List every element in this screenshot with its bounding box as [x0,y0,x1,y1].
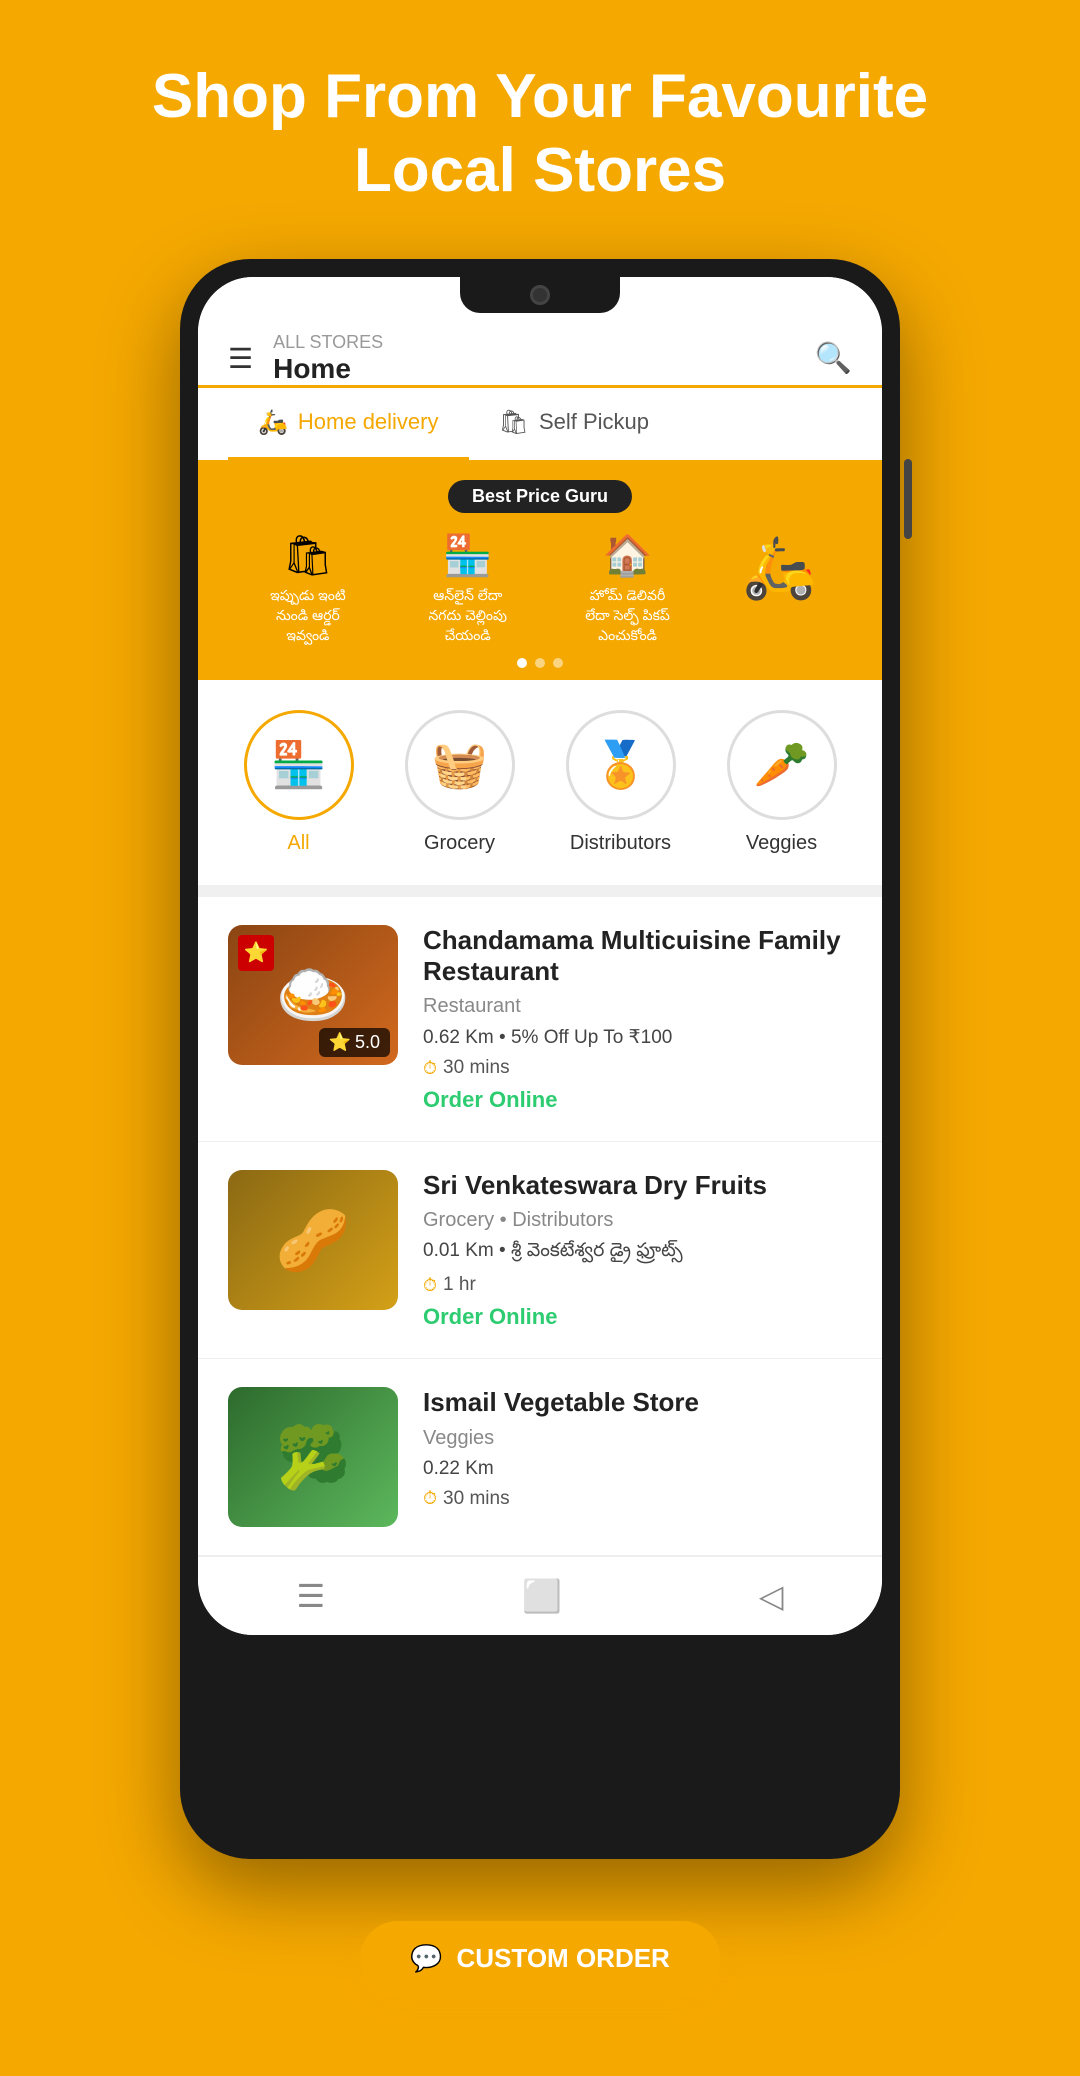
phone-frame: ☰ ALL STORES Home 🔍 🛵 Home delivery 🛍 Se… [180,259,900,1859]
all-stores-label: ALL STORES [273,332,383,353]
category-grocery-circle: 🧺 [405,710,515,820]
store-type-2: Grocery • Distributors [423,1209,852,1232]
header-title-block: ALL STORES Home [273,332,383,385]
banner-step-3-text: హోమ్ డెలివరీ లేదా సెల్ఫ్ పికప్ ఎంచుకోండి [583,587,673,647]
banner-dots [517,658,563,668]
store-image-2: 🥜 [228,1170,398,1310]
store-rating-1: ⭐ 5.0 [319,1028,390,1057]
custom-order-icon: 💬 [410,1943,442,1974]
banner-step-scooter: 🛵 [742,532,817,603]
store-time-3: ⏱ 30 mins [423,1488,852,1510]
store-name-3: Ismail Vegetable Store [423,1387,852,1418]
phone-side-button [904,459,912,539]
promo-banner: Best Price Guru 🛍 ఇప్పుడు ఇంటి నుండి ఆర్… [198,460,882,680]
scooter-icon: 🛵 [742,532,817,603]
store-info-3: Ismail Vegetable Store Veggies 0.22 Km ⏱… [423,1387,852,1527]
home-delivery-icon: 🛵 [258,408,288,437]
store-time-2: ⏱ 1 hr [423,1274,852,1296]
store-meta-3: 0.22 Km [423,1458,852,1480]
store-time-1: ⏱ 30 mins [423,1057,852,1079]
time-value-1: 30 mins [443,1057,510,1079]
category-all-label: All [287,832,309,855]
store-meta-1: 0.62 Km • 5% Off Up To ₹100 [423,1026,852,1049]
banner-step-1-text: ఇప్పుడు ఇంటి నుండి ఆర్డర్ ఇవ్వండి [263,587,353,647]
bottom-nav: ☰ ⬜ ◁ [198,1556,882,1635]
category-veggies[interactable]: 🥕 Veggies [727,710,837,855]
store-img-bg-2: 🥜 [228,1170,398,1310]
hero-title: Shop From Your Favourite Local Stores [0,0,1080,259]
store-card-3[interactable]: 🥦 Ismail Vegetable Store Veggies 0.22 Km… [198,1359,882,1556]
category-grocery-label: Grocery [424,832,495,855]
dot-2 [535,658,545,668]
store-action-1[interactable]: Order Online [423,1087,852,1113]
store-card-2[interactable]: 🥜 Sri Venkateswara Dry Fruits Grocery • … [198,1142,882,1359]
banner-step-3-icon: 🏠 [603,532,653,579]
store-action-2[interactable]: Order Online [423,1304,852,1330]
store-image-1: 🍛 ⭐ ⭐ 5.0 [228,925,398,1065]
banner-step-2: 🏪 ఆన్‌లైన్ లేదా నగదు చెల్లింపు చేయండి [423,532,513,647]
category-distributors-label: Distributors [570,832,671,855]
home-delivery-label: Home delivery [298,409,439,435]
bottom-nav-menu[interactable]: ☰ [296,1577,325,1615]
phone-screen: ☰ ALL STORES Home 🔍 🛵 Home delivery 🛍 Se… [198,277,882,1636]
self-pickup-label: Self Pickup [539,409,649,435]
store-list: 🍛 ⭐ ⭐ 5.0 Chandamama Multicuisine Family… [198,897,882,1557]
category-all[interactable]: 🏪 All [244,710,354,855]
store-type-3: Veggies [423,1427,852,1450]
category-veggies-circle: 🥕 [727,710,837,820]
self-pickup-icon: 🛍 [499,408,529,437]
dot-1 [517,658,527,668]
categories-row: 🏪 All 🧺 Grocery 🏅 Distributors 🥕 Veggies [198,680,882,885]
banner-step-1: 🛍 ఇప్పుడు ఇంటి నుండి ఆర్డర్ ఇవ్వండి [263,532,353,647]
banner-brand: Best Price Guru [448,480,632,513]
banner-steps: 🛍 ఇప్పుడు ఇంటి నుండి ఆర్డర్ ఇవ్వండి 🏪 ఆన… [228,532,852,647]
delivery-tabs: 🛵 Home delivery 🛍 Self Pickup [198,388,882,460]
custom-order-label: CUSTOM ORDER [457,1943,670,1974]
category-distributors-circle: 🏅 [566,710,676,820]
screen-content: ☰ ALL STORES Home 🔍 🛵 Home delivery 🛍 Se… [198,277,882,1636]
clock-icon-2: ⏱ [423,1275,437,1296]
menu-icon[interactable]: ☰ [228,342,253,375]
store-meta-2: 0.01 Km • శ్రీ వెంకటేశ్వర డ్రై ఫ్రూట్స్ [423,1240,852,1266]
banner-step-1-icon: 🛍 [283,532,334,579]
category-grocery[interactable]: 🧺 Grocery [405,710,515,855]
category-all-circle: 🏪 [244,710,354,820]
rating-value-1: 5.0 [355,1032,380,1053]
search-icon[interactable]: 🔍 [815,341,852,376]
clock-icon-3: ⏱ [423,1488,437,1509]
section-divider [198,885,882,897]
home-label: Home [273,353,383,385]
header-left: ☰ ALL STORES Home [228,332,383,385]
custom-order-button[interactable]: 💬 CUSTOM ORDER [360,1921,720,1996]
store-image-3: 🥦 [228,1387,398,1527]
tab-home-delivery[interactable]: 🛵 Home delivery [228,388,469,460]
store-info-2: Sri Venkateswara Dry Fruits Grocery • Di… [423,1170,852,1330]
time-value-3: 30 mins [443,1488,510,1510]
store-info-1: Chandamama Multicuisine Family Restauran… [423,925,852,1113]
banner-step-3: 🏠 హోమ్ డెలివరీ లేదా సెల్ఫ్ పికప్ ఎంచుకోం… [583,532,673,647]
store-name-2: Sri Venkateswara Dry Fruits [423,1170,852,1201]
store-img-bg-3: 🥦 [228,1387,398,1527]
phone-notch [460,277,620,313]
tab-self-pickup[interactable]: 🛍 Self Pickup [469,388,680,460]
bottom-nav-home[interactable]: ⬜ [522,1577,562,1615]
star-icon-1: ⭐ [329,1032,351,1053]
time-value-2: 1 hr [443,1274,476,1296]
store-badge-1: ⭐ [238,935,274,971]
category-distributors[interactable]: 🏅 Distributors [566,710,676,855]
dot-3 [553,658,563,668]
category-veggies-label: Veggies [746,832,817,855]
bottom-nav-back[interactable]: ◁ [759,1577,784,1615]
banner-step-2-icon: 🏪 [443,532,493,579]
store-type-1: Restaurant [423,995,852,1018]
store-card-1[interactable]: 🍛 ⭐ ⭐ 5.0 Chandamama Multicuisine Family… [198,897,882,1142]
phone-camera [530,285,550,305]
clock-icon-1: ⏱ [423,1058,437,1079]
store-name-1: Chandamama Multicuisine Family Restauran… [423,925,852,987]
banner-step-2-text: ఆన్‌లైన్ లేదా నగదు చెల్లింపు చేయండి [423,587,513,647]
